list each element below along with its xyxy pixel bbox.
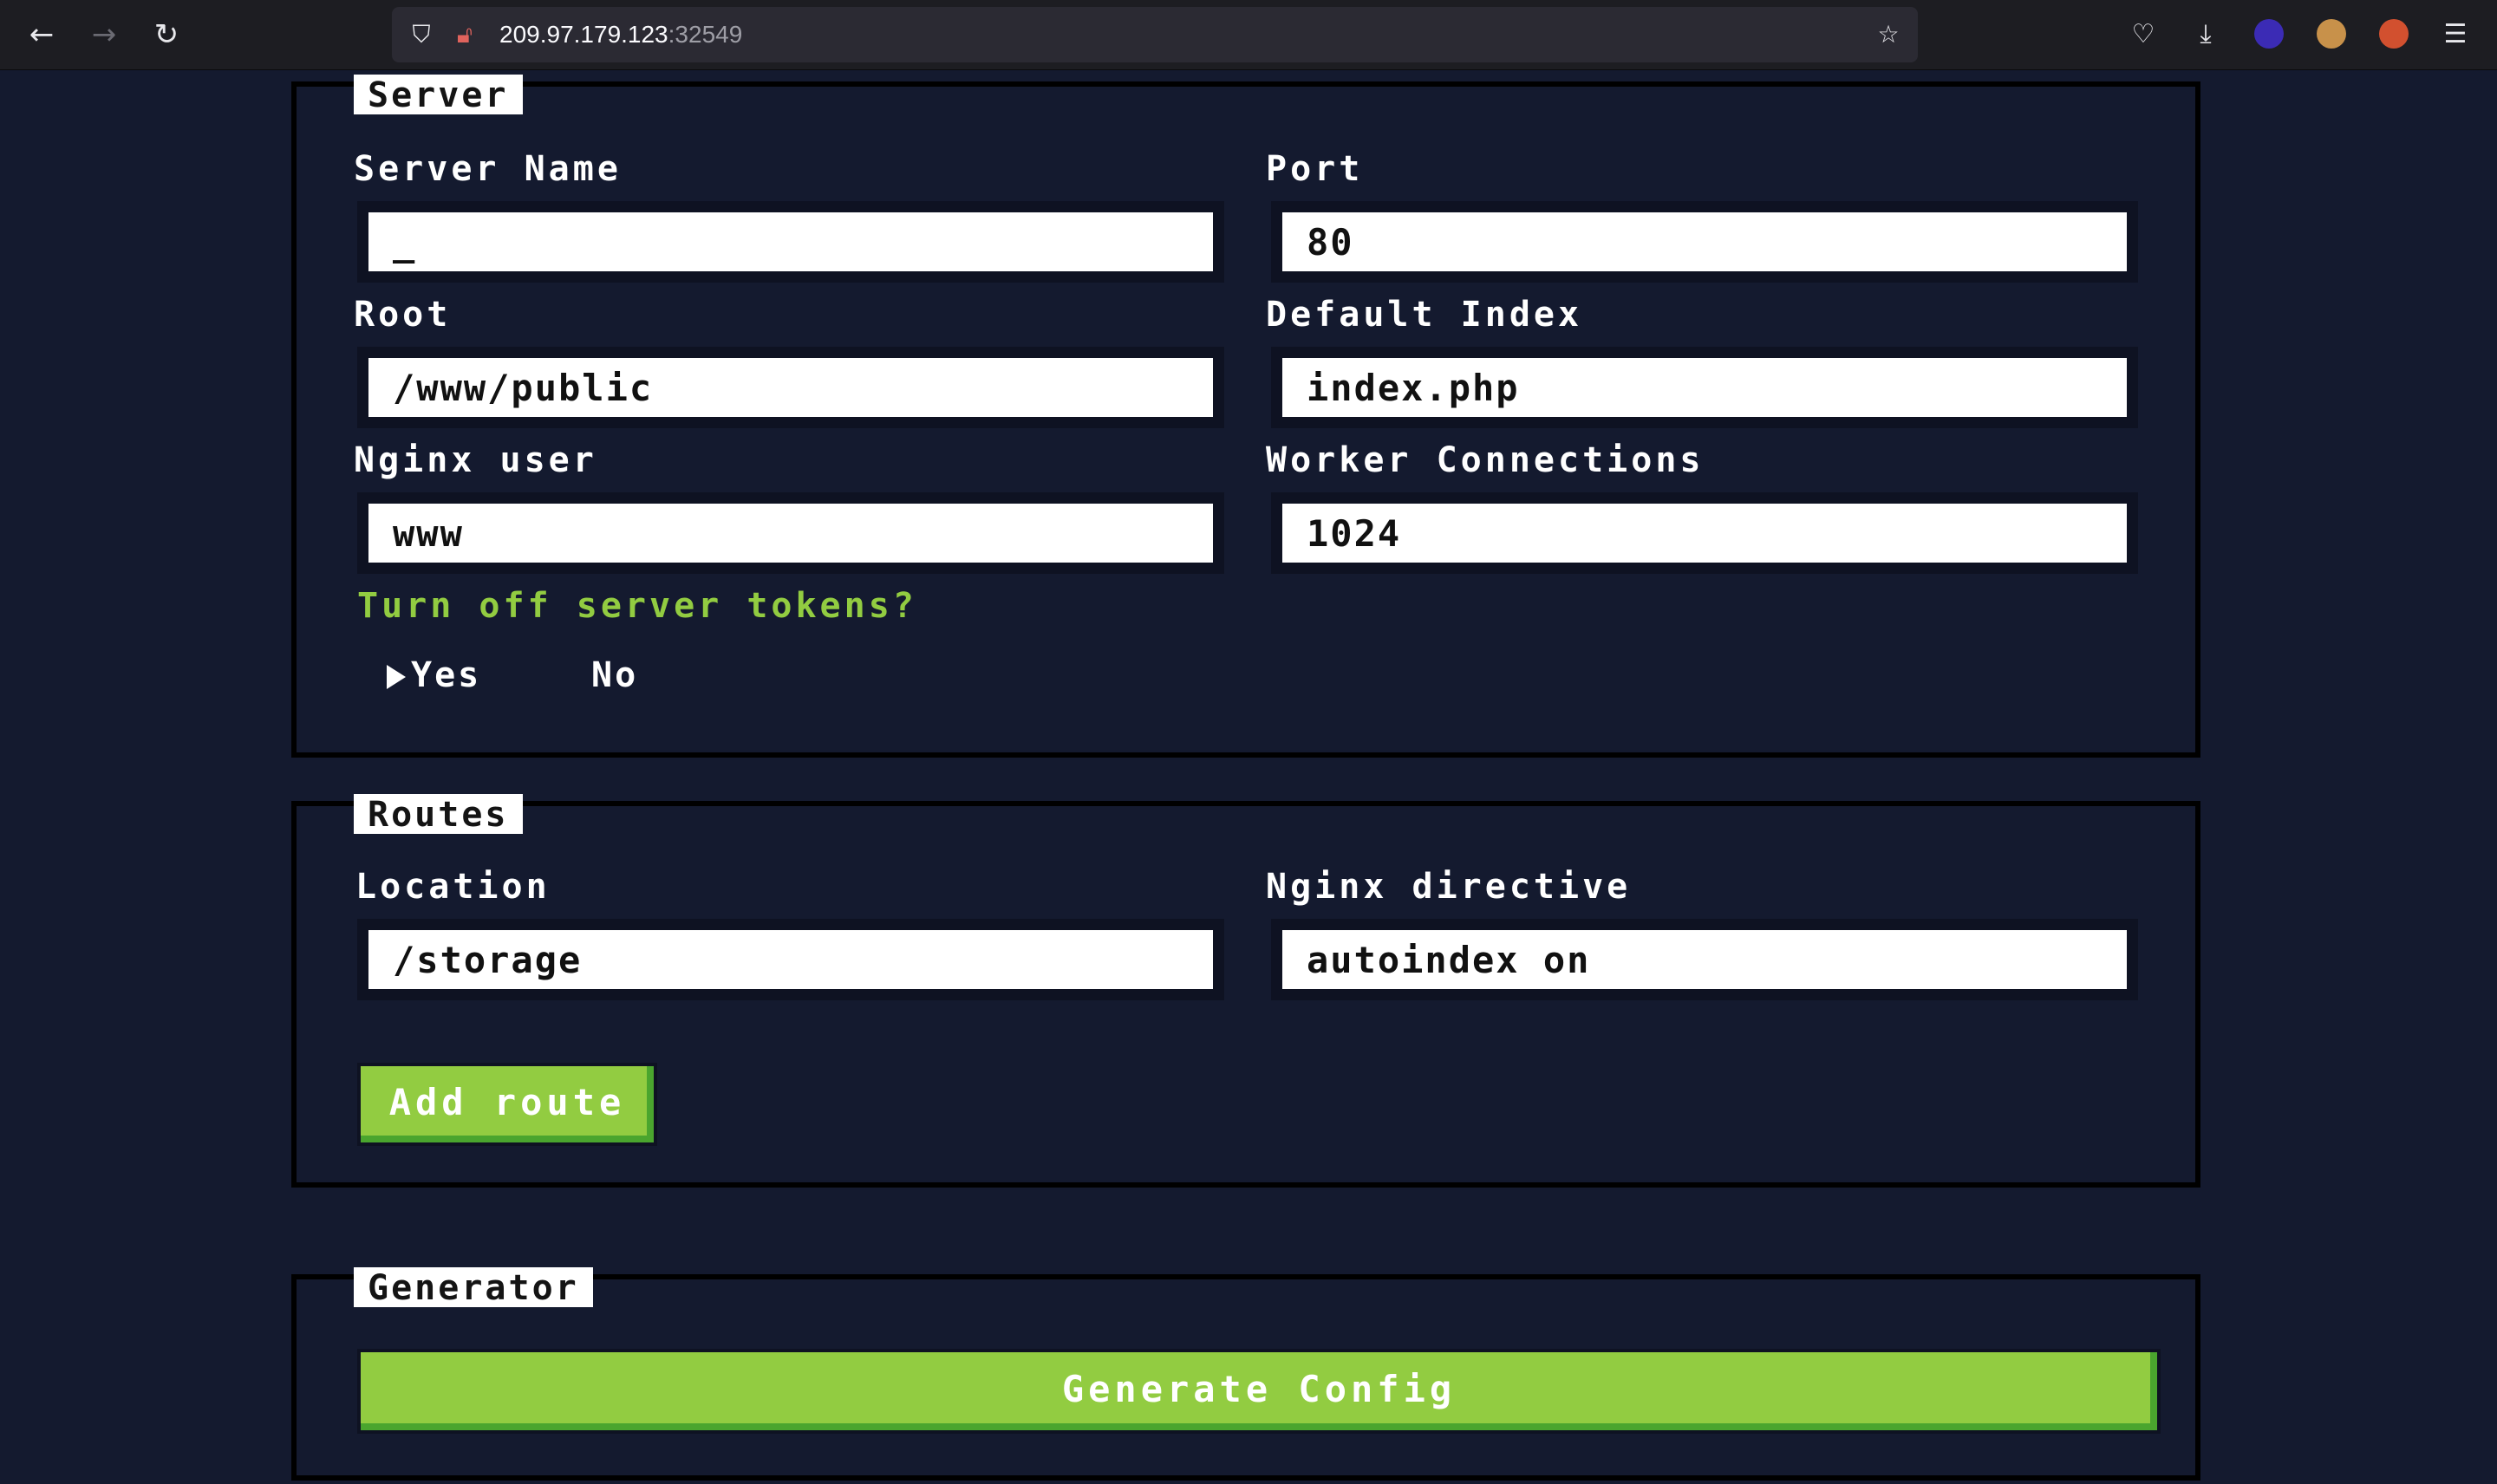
worker-connections-label: Worker Connections: [1266, 440, 1705, 480]
server-tokens-yes-radio[interactable]: Yes: [387, 655, 481, 695]
insecure-lock-icon[interactable]: 🔓︎: [447, 17, 482, 52]
port-field: [1271, 201, 2138, 283]
server-tokens-question: Turn off server tokens?: [357, 586, 917, 626]
location-input[interactable]: [368, 930, 1213, 989]
selected-caret-icon: [387, 665, 406, 689]
back-icon[interactable]: ←: [23, 16, 61, 54]
extension-icon[interactable]: [2254, 19, 2284, 49]
default-index-field: [1271, 347, 2138, 428]
server-panel: Server Server Name Port Root Default Ind…: [291, 75, 2200, 758]
menu-icon[interactable]: ☰: [2438, 17, 2473, 52]
generator-panel: Generator Generate Config: [291, 1267, 2200, 1481]
forward-icon[interactable]: →: [85, 16, 123, 54]
worker-connections-field: [1271, 492, 2138, 574]
directive-label: Nginx directive: [1266, 867, 1632, 907]
routes-legend: Routes: [354, 794, 523, 835]
add-route-button[interactable]: Add route: [357, 1063, 657, 1146]
reload-icon[interactable]: ↻: [147, 16, 186, 54]
root-input[interactable]: [368, 358, 1213, 417]
address-bar[interactable]: ⛉ 🔓︎ 209.97.179.123:32549 ☆: [392, 7, 1918, 62]
extension-icon-2[interactable]: [2379, 19, 2409, 49]
pocket-icon[interactable]: ♡: [2126, 17, 2161, 52]
download-icon[interactable]: ⤓: [2188, 17, 2223, 52]
url-text[interactable]: 209.97.179.123:32549: [499, 7, 742, 62]
server-name-label: Server Name: [354, 149, 622, 189]
server-name-input[interactable]: [368, 212, 1213, 271]
generate-config-button[interactable]: Generate Config: [357, 1349, 2161, 1434]
port-label: Port: [1266, 149, 1364, 189]
default-index-input[interactable]: [1282, 358, 2127, 417]
port-input[interactable]: [1282, 212, 2127, 271]
server-tokens-no-radio[interactable]: No: [591, 655, 638, 695]
browser-toolbar: ← → ↻ ⛉ 🔓︎ 209.97.179.123:32549 ☆ ♡ ⤓ ☰: [0, 0, 2497, 70]
directive-field: [1271, 919, 2138, 1000]
cookie-icon[interactable]: [2317, 19, 2346, 49]
generator-legend: Generator: [354, 1267, 593, 1308]
root-field: [357, 347, 1224, 428]
server-legend: Server: [354, 75, 523, 115]
directive-input[interactable]: [1282, 930, 2127, 989]
nginx-user-label: Nginx user: [354, 440, 597, 480]
default-index-label: Default Index: [1266, 295, 1583, 335]
location-label: Location: [355, 867, 551, 907]
yes-label: Yes: [411, 655, 482, 695]
nginx-user-field: [357, 492, 1224, 574]
shield-icon[interactable]: ⛉: [404, 17, 439, 52]
nginx-user-input[interactable]: [368, 504, 1213, 563]
star-icon[interactable]: ☆: [1871, 17, 1906, 52]
routes-panel: Routes Location Nginx directive Add rout…: [291, 794, 2200, 1188]
no-label: No: [591, 655, 639, 695]
root-label: Root: [354, 295, 452, 335]
location-field: [357, 919, 1224, 1000]
server-name-field: [357, 201, 1224, 283]
worker-connections-input[interactable]: [1282, 504, 2127, 563]
